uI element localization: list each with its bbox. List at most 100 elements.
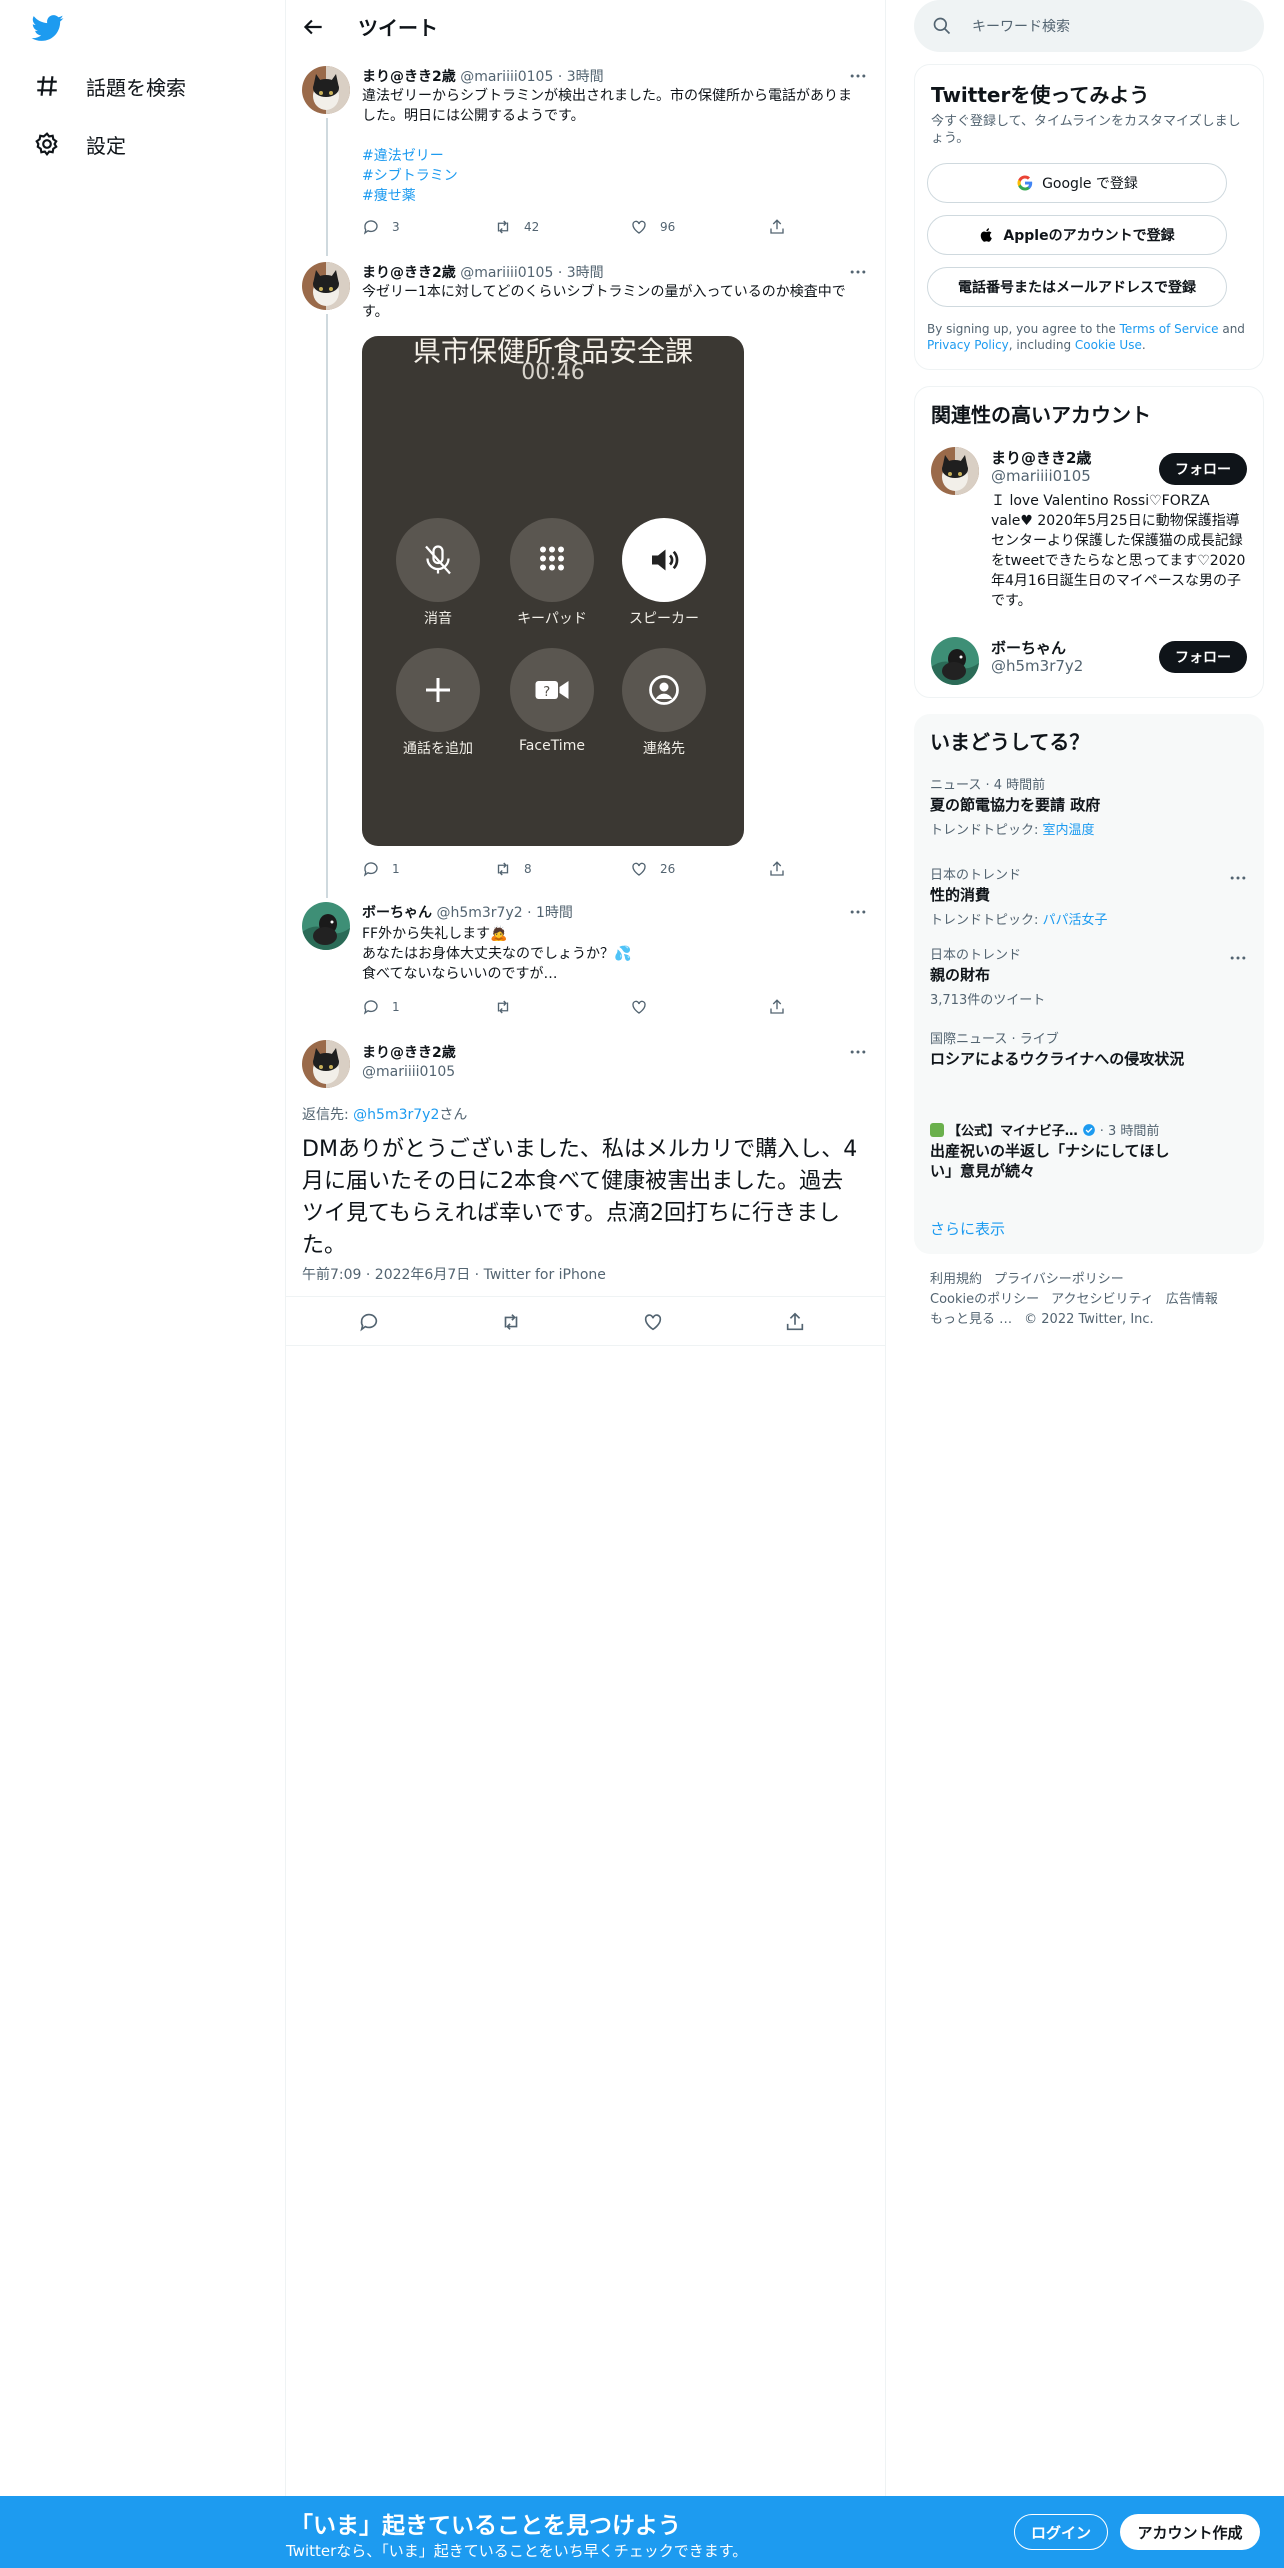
trend-context: 国際ニュース · ライブ	[930, 1032, 1059, 1047]
show-more-link[interactable]: さらに表示	[930, 1218, 1005, 1239]
thread-tweet-2[interactable]: まり@きき2歳 @mariiii0105 · 3時間 今ゼリー1本に対してどのく…	[286, 256, 886, 898]
terms-text: .	[1141, 338, 1146, 352]
reply-button[interactable]: 3	[362, 218, 400, 236]
thread-tweet-1[interactable]: まり@きき2歳 @mariiii0105 · 3時間 違法ゼリーからシブトラミン…	[286, 60, 886, 256]
tweet-time[interactable]: · 1時間	[527, 905, 573, 921]
trend-sub-link[interactable]: パパ活女子	[1043, 913, 1108, 928]
share-button[interactable]	[768, 218, 786, 236]
thread-line	[326, 118, 328, 256]
left-nav: 話題を検索 設定	[0, 0, 286, 2568]
account-handle[interactable]: @h5m3r7y2	[991, 657, 1083, 675]
footer-link[interactable]: 広告情報	[1166, 1292, 1218, 1307]
more-options-icon[interactable]	[1228, 948, 1248, 968]
like-button[interactable]: 96	[630, 218, 675, 236]
avatar-cat[interactable]	[931, 447, 979, 495]
focus-tweet-text: DMありがとうございました、私はメルカリで購入し、4月に届いたその日に2本食べて…	[302, 1137, 858, 1258]
retweet-icon[interactable]	[500, 1311, 522, 1333]
call-screenshot-image[interactable]: 県市保健所食品安全課 00:46 消音 キーパッド スピーカー 通話を追加 ? …	[362, 336, 744, 846]
footer-link[interactable]: プライバシーポリシー	[994, 1272, 1124, 1287]
cookie-link[interactable]: Cookie Use	[1075, 338, 1142, 352]
footer-link[interactable]: もっと見る …	[930, 1312, 1012, 1327]
follow-button[interactable]: フォロー	[1159, 641, 1247, 673]
avatar-bo[interactable]	[302, 902, 350, 950]
terms-link[interactable]: Terms of Service	[1120, 322, 1219, 336]
share-button[interactable]	[768, 998, 786, 1016]
avatar-cat[interactable]	[302, 1040, 350, 1088]
reply-to-prefix: 返信先:	[302, 1107, 354, 1123]
search-box[interactable]: キーワード検索	[914, 0, 1264, 52]
author-name[interactable]: まり@きき2歳	[362, 69, 456, 85]
account-handle[interactable]: @mariiii0105	[991, 467, 1091, 485]
more-options-icon[interactable]	[848, 902, 868, 922]
trend-item[interactable]: 【公式】マイナビ子… · 3 時間前 出産祝いの半返し「ナシにしてほしい」意見が…	[930, 1120, 1250, 1181]
trend-item[interactable]: 日本のトレンド 親の財布 3,713件のツイート	[930, 944, 1250, 1008]
heart-icon	[632, 220, 646, 234]
back-arrow-icon[interactable]	[300, 14, 326, 40]
author-handle[interactable]: @mariiii0105	[460, 265, 553, 281]
trend-context: 日本のトレンド	[930, 948, 1022, 963]
reply-icon[interactable]	[358, 1311, 380, 1333]
trend-item[interactable]: 国際ニュース · ライブ ロシアによるウクライナへの侵攻状況	[930, 1028, 1250, 1069]
create-account-button[interactable]: アカウント作成	[1120, 2514, 1260, 2550]
footer-link[interactable]: アクセシビリティ	[1051, 1292, 1154, 1307]
author-handle[interactable]: @mariiii0105	[362, 1064, 456, 1080]
hashtag-link[interactable]: #違法ゼリー	[362, 146, 862, 166]
author-name[interactable]: まり@きき2歳	[362, 1042, 456, 1062]
reply-icon	[363, 220, 378, 235]
heart-icon	[632, 862, 646, 876]
more-options-icon[interactable]	[1228, 868, 1248, 888]
tweet-time[interactable]: · 3時間	[558, 265, 604, 281]
more-options-icon[interactable]	[848, 66, 868, 86]
call-label: 連絡先	[643, 741, 685, 757]
tweet-time[interactable]: · 3時間	[558, 69, 604, 85]
author-name[interactable]: まり@きき2歳	[362, 265, 456, 281]
privacy-link[interactable]: Privacy Policy	[927, 338, 1009, 352]
like-button[interactable]: 26	[630, 860, 675, 878]
like-button[interactable]	[630, 998, 648, 1016]
hashtag-link[interactable]: #シブトラミン	[362, 166, 862, 186]
reply-to-handle-link[interactable]: @h5m3r7y2	[353, 1107, 439, 1123]
tweet-actions: 1 8 26	[362, 860, 802, 880]
share-icon	[770, 219, 784, 234]
heart-icon[interactable]	[642, 1311, 664, 1333]
thread-tweet-3[interactable]: ボーちゃん @h5m3r7y2 · 1時間 FF外から失礼します🙇 あなたはお身…	[286, 902, 886, 1022]
footer-link[interactable]: Cookieのポリシー	[930, 1292, 1039, 1307]
retweet-button[interactable]: 8	[494, 860, 532, 878]
avatar-cat[interactable]	[302, 66, 350, 114]
account-name[interactable]: まり@きき2歳	[991, 447, 1091, 468]
trend-item[interactable]: 日本のトレンド 性的消費 トレンドトピック: パパ活女子	[930, 864, 1250, 928]
reply-button[interactable]: 1	[362, 998, 400, 1016]
login-button[interactable]: ログイン	[1014, 2514, 1108, 2550]
more-options-icon[interactable]	[848, 262, 868, 282]
avatar-bo[interactable]	[931, 637, 979, 685]
trends-card: いまどうしてる？ ニュース · 4 時間前 夏の節電協力を要請 政府 トレンドト…	[914, 714, 1264, 1254]
reply-count: 3	[392, 220, 400, 234]
share-icon[interactable]	[784, 1311, 806, 1333]
signup-subtitle: 今すぐ登録して、タイムラインをカスタマイズしましょう。	[931, 114, 1241, 146]
footer-link[interactable]: 利用規約	[930, 1272, 982, 1287]
call-label: FaceTime	[519, 738, 585, 754]
account-name[interactable]: ボーちゃん	[991, 637, 1066, 658]
trend-sub-link[interactable]: 室内温度	[1043, 823, 1095, 838]
nav-item-explore[interactable]: 話題を検索	[22, 58, 198, 114]
avatar-cat[interactable]	[302, 262, 350, 310]
footer-links: 利用規約 プライバシーポリシー Cookieのポリシー アクセシビリティ 広告情報 も…	[930, 1270, 1250, 1330]
phone-email-signup-button[interactable]: 電話番号またはメールアドレスで登録	[927, 267, 1227, 307]
google-signup-button[interactable]: Google で登録	[927, 163, 1227, 203]
retweet-button[interactable]	[494, 998, 512, 1016]
author-handle[interactable]: @h5m3r7y2	[436, 905, 522, 921]
apple-signup-button[interactable]: Appleのアカウントで登録	[927, 215, 1227, 255]
retweet-button[interactable]: 42	[494, 218, 539, 236]
author-handle[interactable]: @mariiii0105	[460, 69, 553, 85]
trend-item[interactable]: ニュース · 4 時間前 夏の節電協力を要請 政府 トレンドトピック: 室内温度	[930, 774, 1250, 838]
reply-to-line: 返信先: @h5m3r7y2さん	[302, 1104, 467, 1124]
twitter-logo-icon[interactable]	[30, 12, 66, 44]
hashtag-link[interactable]: #痩せ薬	[362, 186, 862, 206]
author-name[interactable]: ボーちゃん	[362, 905, 432, 921]
share-button[interactable]	[768, 860, 786, 878]
more-options-icon[interactable]	[848, 1042, 868, 1062]
nav-item-settings[interactable]: 設定	[22, 116, 138, 172]
reply-button[interactable]: 1	[362, 860, 400, 878]
follow-button[interactable]: フォロー	[1159, 453, 1247, 485]
trend-context: 日本のトレンド	[930, 868, 1022, 883]
